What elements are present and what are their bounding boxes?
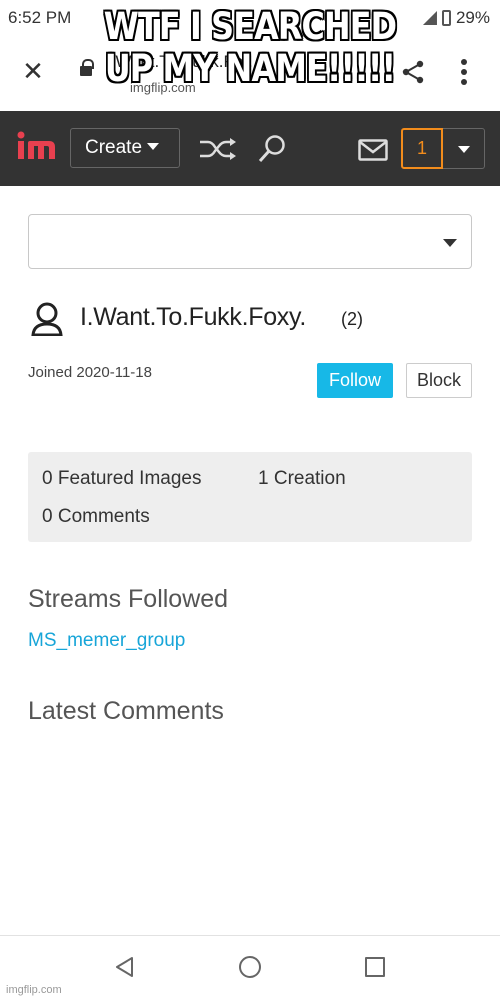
- featured-images-link[interactable]: 0 Featured Images: [42, 468, 201, 490]
- recent-apps-icon[interactable]: [365, 957, 385, 977]
- stream-link[interactable]: MS_memer_group: [28, 630, 185, 652]
- watermark: imgflip.com: [6, 984, 62, 996]
- create-button-label: Create: [85, 137, 143, 158]
- home-icon[interactable]: [239, 956, 261, 978]
- meme-caption-line-1: WTF I SEARCHED: [103, 5, 397, 48]
- close-icon[interactable]: ✕: [20, 58, 46, 84]
- chevron-down-icon: [147, 143, 160, 150]
- mail-icon[interactable]: [358, 139, 388, 161]
- notification-count[interactable]: 1: [401, 128, 443, 169]
- block-button[interactable]: Block: [406, 363, 472, 398]
- back-icon[interactable]: [114, 956, 136, 978]
- profile-stats: 0 Featured Images 1 Creation 0 Comments: [28, 452, 472, 542]
- status-time: 6:52 PM: [8, 8, 72, 27]
- search-icon[interactable]: [256, 133, 288, 165]
- profile-select-dropdown[interactable]: [28, 214, 472, 269]
- more-icon[interactable]: [460, 58, 468, 86]
- latest-comments-heading: Latest Comments: [28, 697, 224, 725]
- follow-button[interactable]: Follow: [317, 363, 393, 398]
- battery-icon: [441, 10, 451, 26]
- meme-caption-line-2: UP MY NAME!!!!!: [104, 47, 396, 90]
- create-button[interactable]: Create: [70, 128, 180, 168]
- shuffle-icon[interactable]: [198, 137, 238, 161]
- notification-dropdown[interactable]: [443, 128, 485, 169]
- imgflip-logo[interactable]: [16, 131, 58, 161]
- profile-username: I.Want.To.Fukk.Foxy.: [80, 303, 306, 331]
- joined-date: Joined 2020-11-18: [28, 364, 152, 381]
- meme-caption: WTF I SEARCHED UP MY NAME!!!!!: [69, 6, 430, 90]
- android-nav-bar: [0, 935, 500, 1000]
- comments-link[interactable]: 0 Comments: [42, 506, 150, 528]
- profile-count: (2): [341, 309, 363, 329]
- status-indicators: 29%: [422, 8, 490, 28]
- battery-level: 29%: [455, 8, 490, 27]
- user-icon: [31, 302, 63, 336]
- site-navbar: Create 1: [0, 111, 500, 186]
- streams-followed-heading: Streams Followed: [28, 585, 229, 613]
- creations-link[interactable]: 1 Creation: [258, 468, 346, 490]
